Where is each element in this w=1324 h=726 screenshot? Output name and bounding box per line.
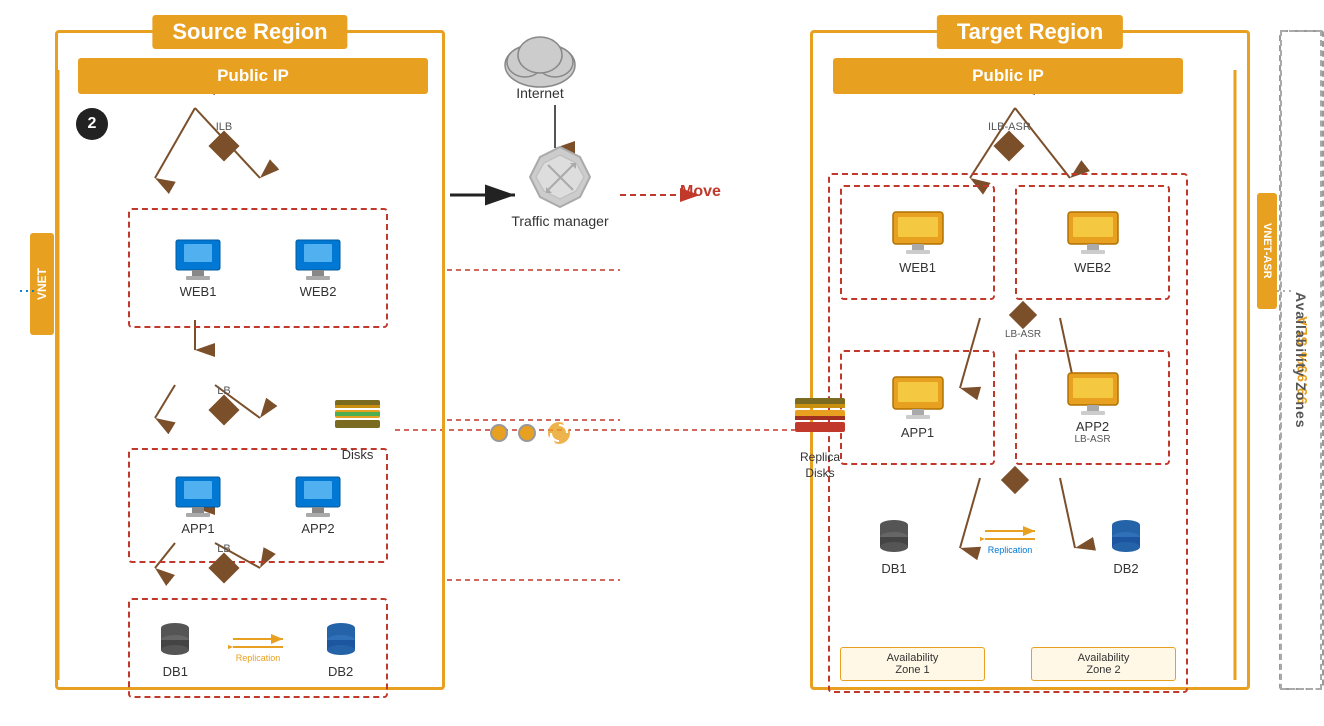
source-replication-arrows: Replication	[228, 633, 288, 663]
target-app1-icon	[890, 375, 946, 423]
source-ilb-diamond	[208, 130, 239, 161]
source-app2-group: APP2	[292, 475, 344, 536]
replica-disk-icon	[790, 390, 850, 448]
target-region-label: Target Region	[937, 15, 1123, 49]
target-app2-icon	[1065, 371, 1121, 419]
target-web2-icon	[1065, 210, 1121, 258]
source-region-box: Source Region Public IP 2 ILB	[55, 30, 445, 690]
target-vnet-asr-label: VNET-ASR	[1257, 193, 1277, 309]
source-db1-group: DB1	[153, 618, 197, 679]
source-vnet-connector: ⋯	[18, 281, 36, 302]
source-lb1-container: LB	[213, 385, 235, 421]
replication-spin-icon	[546, 420, 572, 446]
internet-cloud-icon	[495, 20, 585, 90]
source-app1-icon	[172, 475, 224, 519]
target-az-outer-box: WEB1 WEB2 LB-ASR	[828, 173, 1188, 693]
source-web1-icon	[172, 238, 224, 282]
target-region-box: Target Region Public IP ILB-ASR	[810, 30, 1250, 690]
source-db1-icon	[153, 618, 197, 662]
source-disk-icon	[330, 390, 385, 445]
target-app2-dashed-box: APP2 LB-ASR	[1015, 350, 1170, 465]
source-lb2-container: LB	[213, 543, 235, 579]
target-ilb-asr-diamond	[994, 130, 1025, 161]
source-app2-icon	[292, 475, 344, 519]
target-az1-label: AvailabilityZone 1	[840, 647, 985, 681]
target-az2-label: AvailabilityZone 2	[1031, 647, 1176, 681]
traffic-manager-section: Traffic manager	[500, 145, 620, 230]
target-public-ip-bar: Public IP	[833, 58, 1183, 94]
availability-zones-box: Availability Zones	[1280, 30, 1322, 690]
target-lb-asr-1-diamond	[1009, 301, 1037, 329]
source-web1-group: WEB1	[172, 238, 224, 299]
source-lb1-diamond	[208, 394, 239, 425]
source-lb2-diamond	[208, 552, 239, 583]
source-region-label: Source Region	[152, 15, 347, 49]
step-number-2: 2	[76, 108, 108, 140]
target-db2-group: DB2	[1104, 515, 1148, 576]
target-db-row: DB1	[840, 515, 1180, 576]
target-replication: Replication	[980, 525, 1040, 555]
source-web-dashed-box: WEB1 WEB2	[128, 208, 388, 328]
target-web1-icon	[890, 210, 946, 258]
target-db2-icon	[1104, 515, 1148, 559]
source-web2-group: WEB2	[292, 238, 344, 299]
target-web2-dashed-box: WEB2	[1015, 185, 1170, 300]
source-db-dashed-box: DB1	[128, 598, 388, 698]
target-lb-asr-2-diamond	[1001, 466, 1029, 494]
diagram-container: Source Region Public IP 2 ILB	[0, 0, 1324, 726]
internet-section: Internet	[480, 20, 600, 101]
target-ilb-asr-container: ILB-ASR	[988, 121, 1031, 157]
source-app-dashed-box: APP1 APP2	[128, 448, 388, 563]
source-db2-icon	[319, 618, 363, 662]
target-db1-group: DB1	[872, 515, 916, 576]
target-app1-dashed-box: APP1	[840, 350, 995, 465]
source-public-ip-bar: Public IP	[78, 58, 428, 94]
replica-disks-section: ReplicaDisks	[790, 390, 850, 481]
target-lb-asr-1-container: LB-ASR	[1005, 305, 1041, 340]
replication-dots	[490, 420, 572, 446]
target-lb-asr-2-container	[1005, 470, 1025, 490]
source-app1-group: APP1	[172, 475, 224, 536]
source-disks-section: Disks	[330, 390, 385, 462]
traffic-manager-icon	[528, 145, 593, 210]
target-db1-icon	[872, 515, 916, 559]
source-web2-icon	[292, 238, 344, 282]
source-db2-group: DB2	[319, 618, 363, 679]
move-label: Move	[680, 183, 721, 201]
target-web1-dashed-box: WEB1	[840, 185, 995, 300]
source-ilb-container: ILB	[213, 121, 235, 157]
